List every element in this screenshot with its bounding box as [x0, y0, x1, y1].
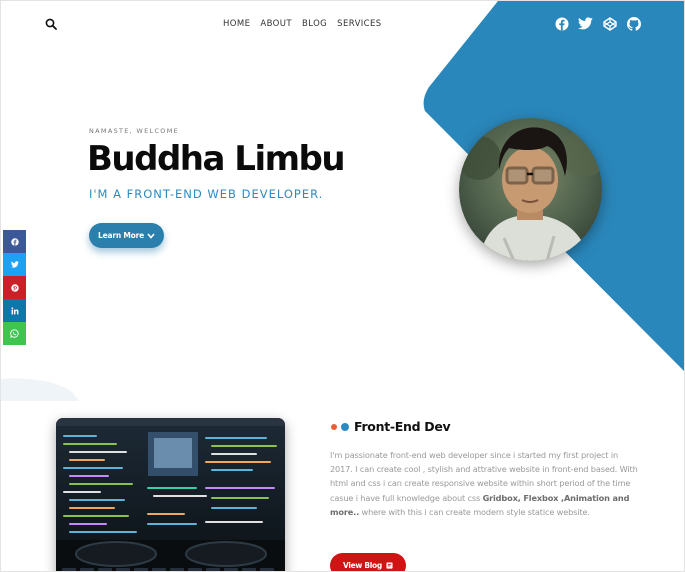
- learn-more-label: Learn More: [98, 231, 144, 240]
- orange-dot: [331, 423, 337, 430]
- blue-dot: [341, 422, 349, 431]
- search-button[interactable]: [43, 16, 59, 32]
- hero-greeting: NAMASTE, WELCOME: [89, 127, 180, 135]
- hero-name: Buddha Limbu: [87, 139, 346, 179]
- about-description: I'm passionate front-end web developer s…: [330, 448, 640, 519]
- share-whatsapp-button[interactable]: [3, 322, 26, 345]
- section-title: Front-End Dev: [331, 419, 451, 434]
- whatsapp-icon: [10, 329, 19, 338]
- nav-blog[interactable]: BLOG: [302, 19, 327, 29]
- view-blog-label: View Blog: [343, 561, 382, 570]
- twitter-icon[interactable]: [578, 16, 593, 31]
- pinterest-icon: [10, 283, 19, 292]
- nav-home[interactable]: HOME: [223, 19, 250, 29]
- share-linkedin-button[interactable]: [3, 299, 26, 322]
- share-bar: [3, 230, 26, 345]
- blog-icon: [386, 562, 393, 569]
- header-socials: [554, 16, 641, 31]
- facebook-icon[interactable]: [554, 16, 569, 31]
- share-twitter-button[interactable]: [3, 253, 26, 276]
- code-screen-image: [56, 418, 285, 571]
- about-description-part-2: where with this i can create modern styl…: [359, 506, 590, 517]
- search-icon: [45, 18, 57, 30]
- view-blog-button[interactable]: View Blog: [330, 553, 406, 571]
- main-nav: HOME ABOUT BLOG SERVICES: [223, 19, 392, 29]
- hero-role: I'M A FRONT-END WEB DEVELOPER.: [89, 187, 324, 201]
- share-pinterest-button[interactable]: [3, 276, 26, 299]
- nav-about[interactable]: ABOUT: [260, 19, 292, 29]
- share-facebook-button[interactable]: [3, 230, 26, 253]
- github-icon[interactable]: [626, 16, 641, 31]
- codepen-icon[interactable]: [602, 16, 617, 31]
- avatar: [459, 118, 602, 261]
- section-title-text: Front-End Dev: [354, 419, 451, 434]
- chevron-down-icon: [147, 232, 155, 239]
- facebook-icon: [10, 237, 19, 246]
- nav-services[interactable]: SERVICES: [337, 19, 381, 29]
- twitter-icon: [10, 261, 19, 268]
- learn-more-button[interactable]: Learn More: [89, 223, 164, 248]
- linkedin-icon: [10, 306, 18, 314]
- page: HOME ABOUT BLOG SERVICES NAMASTE, WELCOM…: [0, 0, 685, 572]
